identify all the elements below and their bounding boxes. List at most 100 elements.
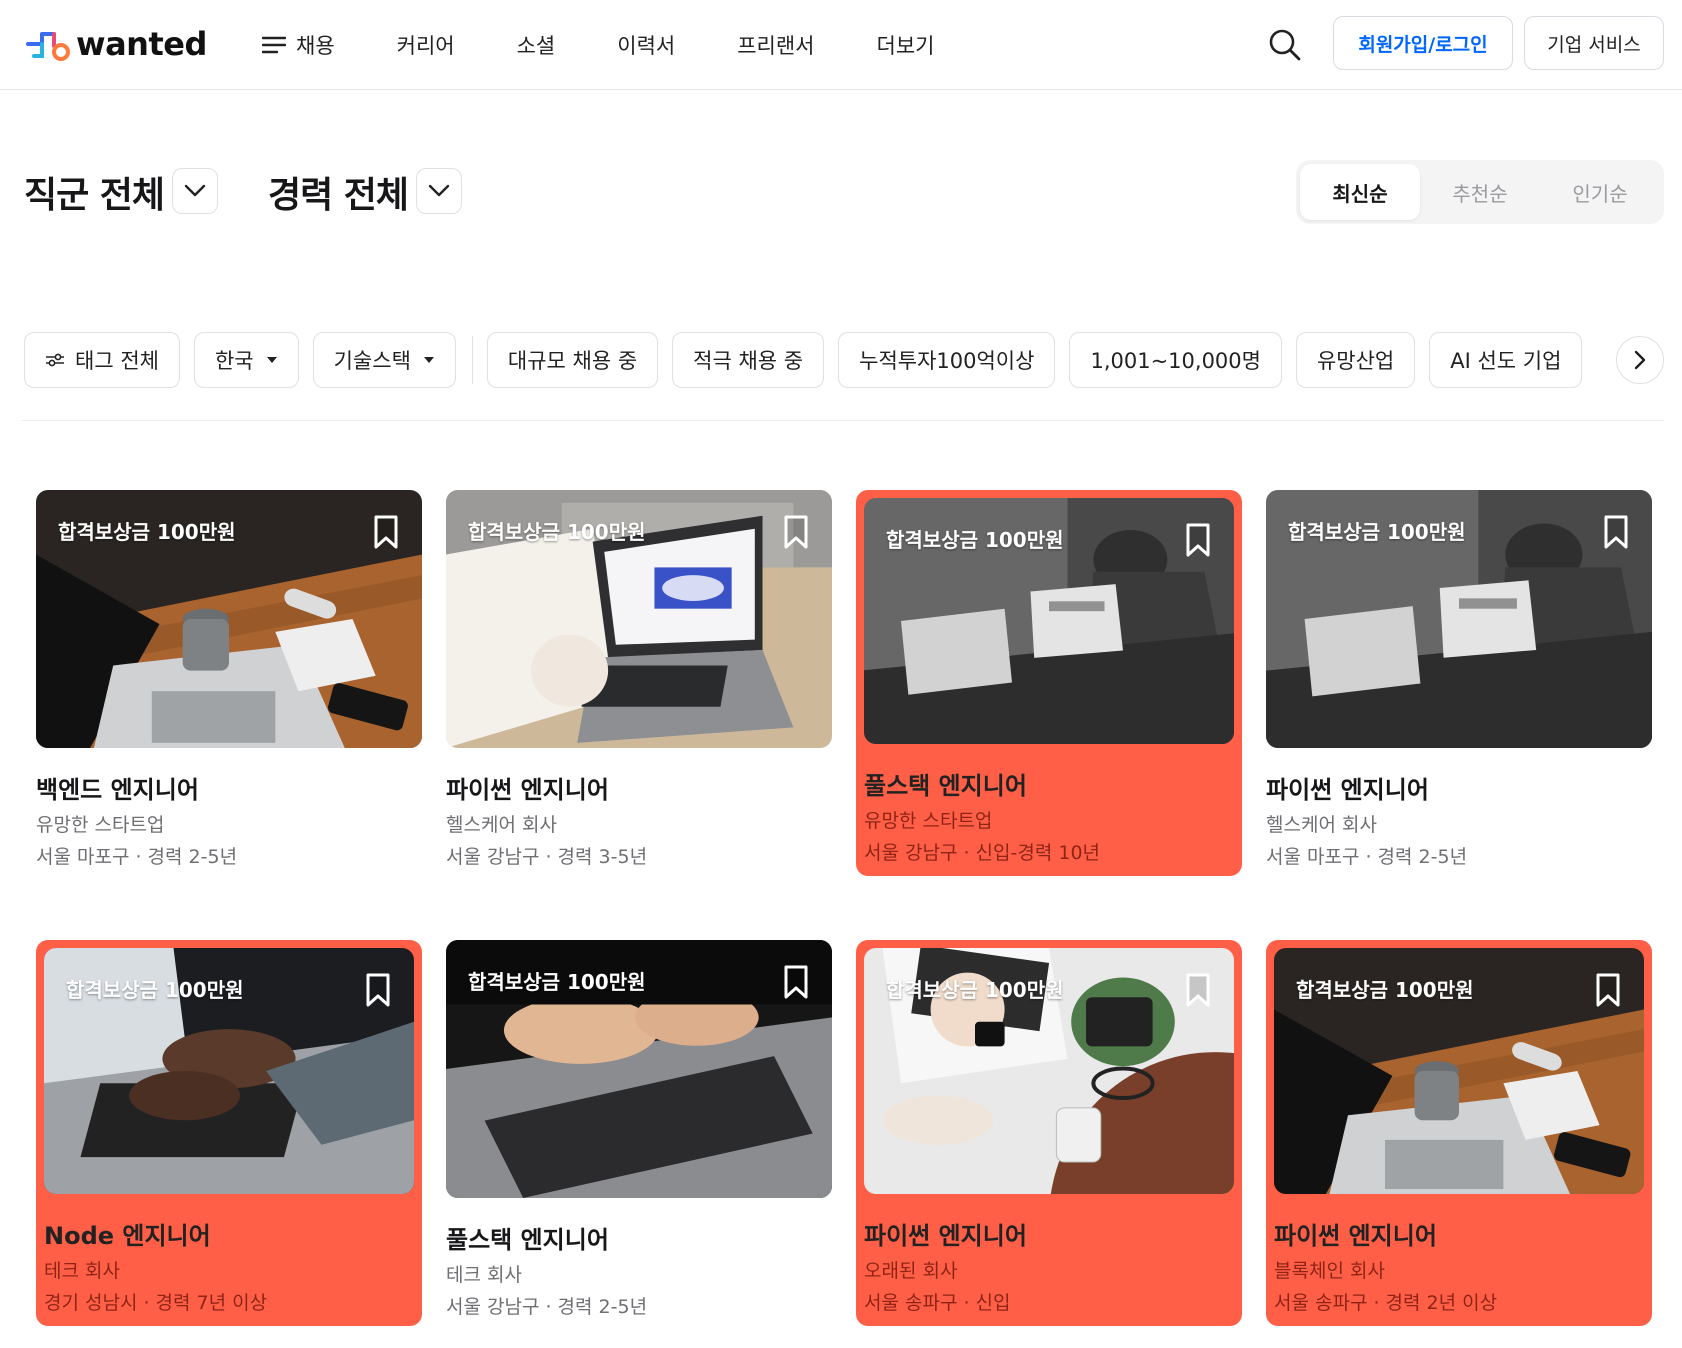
tag-label: 기술스택	[333, 349, 411, 373]
tag-promising-industry[interactable]: 유망산업	[1295, 332, 1416, 388]
bookmark-icon[interactable]	[1182, 522, 1214, 558]
bookmark-icon[interactable]	[1182, 972, 1214, 1008]
tag-label: 적극 채용 중	[693, 349, 804, 373]
tag-ai-leader[interactable]: AI 선도 기업	[1429, 332, 1583, 388]
tag-label: 1,001~10,000명	[1090, 349, 1261, 373]
nav-item-resume[interactable]: 이력서	[617, 30, 675, 60]
menu-icon	[262, 36, 286, 54]
nav-item-jobs[interactable]: 채용	[262, 30, 335, 60]
company-name: 헬스케어 회사	[1266, 814, 1377, 836]
job-card[interactable]: 합격보상금 100만원 파이썬 엔지니어 블록체인 회사 서울 송파구 · 경력 2년…	[1266, 940, 1652, 1326]
job-location-experience: 서울 강남구 · 신입-경력 10년	[864, 842, 1101, 864]
bookmark-icon[interactable]	[780, 964, 812, 1000]
tag-investment[interactable]: 누적투자100억이상	[838, 332, 1056, 388]
job-title[interactable]: 풀스택 엔지니어	[446, 1220, 609, 1255]
job-card[interactable]: 합격보상금 100만원 풀스택 엔지니어 테크 회사 서울 강남구 · 경력 2-5년	[446, 940, 832, 1320]
job-card[interactable]: 합격보상금 100만원파이썬 엔지니어오래된 회사서울 송파구 · 신입	[856, 940, 1242, 1326]
job-card[interactable]: 합격보상금 100만원파이썬 엔지니어헬스케어 회사서울 강남구 · 경력 3-…	[446, 490, 832, 870]
chevron-down-icon	[428, 184, 450, 197]
tag-large-hiring[interactable]: 대규모 채용 중	[486, 332, 659, 388]
reward-badge: 합격보상금 100만원	[1288, 520, 1466, 544]
sort-recommended[interactable]: 추천순	[1420, 164, 1540, 220]
experience-filter-label[interactable]: 경력 전체	[268, 166, 409, 218]
logo-mark-icon	[24, 24, 72, 64]
nav-item-social[interactable]: 소셜	[517, 30, 556, 60]
nav-item-label: 소셜	[516, 34, 556, 58]
tag-scroll-next-button[interactable]	[1616, 336, 1664, 384]
filter-sliders-icon	[46, 353, 64, 367]
job-card[interactable]: 합격보상금 100만원 Node 엔지니어테크 회사경기 성남시 · 경력 7년 …	[36, 940, 422, 1326]
nav-item-label: 채용	[296, 34, 335, 58]
reward-badge: 합격보상금 100만원	[886, 978, 1064, 1002]
job-title[interactable]: 풀스택 엔지니어	[864, 766, 1027, 801]
job-title[interactable]: 파이썬 엔지니어	[1274, 1216, 1437, 1251]
job-card[interactable]: 합격보상금 100만원 풀스택 엔지니어 유망한 스타트업 서울 강남구 · 신입-경…	[856, 490, 1242, 876]
nav-item-more[interactable]: 더보기	[877, 30, 935, 60]
nav-item-freelancer[interactable]: 프리랜서	[737, 30, 814, 60]
wanted-logo[interactable]: wanted	[24, 24, 207, 64]
tag-filter-row: 태그 전체 한국 기술스택 대규모 채용 중 적극 채용 중 누적투자100억이…	[24, 332, 1596, 388]
search-icon	[1269, 29, 1301, 61]
sort-popular[interactable]: 인기순	[1540, 164, 1660, 220]
reward-badge: 합격보상금 100만원	[468, 970, 646, 994]
tag-active-hiring[interactable]: 적극 채용 중	[672, 332, 825, 388]
company-name: 테크 회사	[446, 1264, 522, 1286]
job-card[interactable]: 합격보상금 100만원백엔드 엔지니어유망한 스타트업서울 마포구 · 경력 2…	[36, 490, 422, 870]
job-location-experience: 경기 성남시 · 경력 7년 이상	[44, 1292, 268, 1314]
company-name: 오래된 회사	[864, 1260, 958, 1282]
nav-item-label: 더보기	[876, 34, 935, 58]
experience-dropdown[interactable]	[416, 168, 462, 214]
tag-label: 누적투자100억이상	[859, 349, 1035, 373]
job-location-experience: 서울 마포구 · 경력 2-5년	[36, 846, 238, 868]
tag-company-size[interactable]: 1,001~10,000명	[1069, 332, 1282, 388]
job-title[interactable]: 파이썬 엔지니어	[864, 1216, 1027, 1251]
reward-badge: 합격보상금 100만원	[1296, 978, 1474, 1002]
tag-label: AI 선도 기업	[1450, 349, 1562, 373]
bookmark-icon[interactable]	[1600, 514, 1632, 550]
reward-badge: 합격보상금 100만원	[886, 528, 1064, 552]
tag-divider	[471, 336, 473, 384]
tag-country[interactable]: 한국	[193, 332, 299, 388]
sort-toggle: 최신순 추천순 인기순	[1296, 160, 1664, 224]
section-divider	[22, 420, 1664, 421]
nav-item-label: 프리랜서	[737, 34, 815, 58]
tag-label: 유망산업	[1316, 349, 1395, 373]
reward-badge: 합격보상금 100만원	[58, 520, 236, 544]
job-title[interactable]: 파이썬 엔지니어	[1266, 770, 1429, 805]
job-title[interactable]: Node 엔지니어	[44, 1216, 211, 1251]
bookmark-icon[interactable]	[362, 972, 394, 1008]
job-location-experience: 서울 송파구 · 신입	[864, 1292, 1011, 1314]
caret-down-icon	[423, 357, 434, 363]
sort-latest[interactable]: 최신순	[1300, 164, 1420, 220]
job-location-experience: 서울 강남구 · 경력 3-5년	[446, 846, 648, 868]
caret-down-icon	[266, 357, 277, 363]
chevron-down-icon	[184, 184, 206, 197]
logo-text: wanted	[76, 25, 207, 63]
job-card[interactable]: 합격보상금 100만원파이썬 엔지니어헬스케어 회사서울 마포구 · 경력 2-…	[1266, 490, 1652, 870]
reward-badge: 합격보상금 100만원	[468, 520, 646, 544]
job-title[interactable]: 파이썬 엔지니어	[446, 770, 609, 805]
tag-label: 대규모 채용 중	[507, 349, 638, 373]
search-button[interactable]	[1264, 24, 1306, 66]
job-category-dropdown[interactable]	[172, 168, 218, 214]
company-name: 테크 회사	[44, 1260, 120, 1282]
tag-label: 한국	[214, 349, 254, 373]
signup-login-button[interactable]: 회원가입/로그인	[1333, 16, 1513, 70]
bookmark-icon[interactable]	[370, 514, 402, 550]
company-name: 헬스케어 회사	[446, 814, 557, 836]
company-service-button[interactable]: 기업 서비스	[1524, 16, 1664, 70]
nav-item-label: 커리어	[396, 34, 455, 58]
bookmark-icon[interactable]	[1592, 972, 1624, 1008]
job-location-experience: 서울 송파구 · 경력 2년 이상	[1274, 1292, 1498, 1314]
nav-item-label: 이력서	[617, 34, 676, 58]
job-category-filter-label[interactable]: 직군 전체	[24, 166, 165, 218]
job-location-experience: 서울 마포구 · 경력 2-5년	[1266, 846, 1468, 868]
main-nav: 채용 커리어 소셜 이력서 프리랜서 더보기	[262, 0, 996, 90]
reward-badge: 합격보상금 100만원	[66, 978, 244, 1002]
job-title[interactable]: 백엔드 엔지니어	[36, 770, 199, 805]
tag-tech-stack[interactable]: 기술스택	[312, 332, 456, 388]
company-name: 유망한 스타트업	[36, 814, 165, 836]
nav-item-career[interactable]: 커리어	[397, 30, 455, 60]
bookmark-icon[interactable]	[780, 514, 812, 550]
tag-all[interactable]: 태그 전체	[24, 332, 180, 388]
